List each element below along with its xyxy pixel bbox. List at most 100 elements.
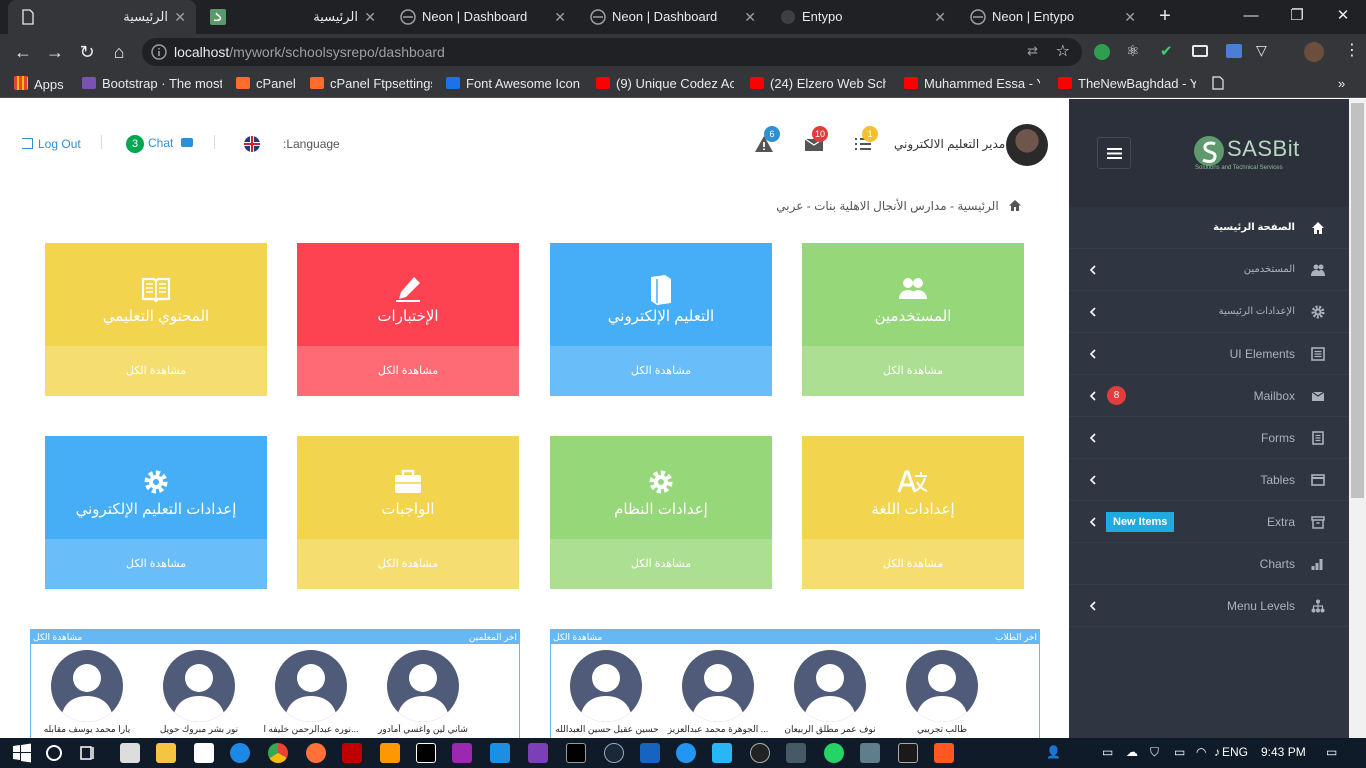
vue-extension-icon[interactable]: ▽ xyxy=(1256,42,1267,59)
bookmark-cpanel-ftp[interactable]: cPanel Ftpsettings xyxy=(310,76,432,92)
tile-educational-content[interactable]: المحتوي التعليمي مشاهدة الكل xyxy=(45,243,267,396)
menu-kebab-icon[interactable]: ⋮ xyxy=(1344,40,1360,60)
cmd-icon[interactable] xyxy=(566,743,586,763)
file-explorer-icon[interactable] xyxy=(156,743,176,763)
sidebar-item-extra[interactable]: New Items Extra xyxy=(1069,501,1349,543)
avatar[interactable] xyxy=(794,650,866,722)
wifi-icon[interactable]: ◠ xyxy=(1196,745,1206,759)
view-all-link[interactable]: مشاهدة الكل xyxy=(553,630,602,644)
mail-button[interactable]: 10 xyxy=(804,126,829,153)
tasks-button[interactable]: 1 xyxy=(854,126,878,153)
address-bar[interactable]: localhost/mywork/schoolsysrepo/dashboard… xyxy=(142,38,1082,66)
brand-name[interactable]: SASBit xyxy=(1227,136,1300,162)
person-name[interactable]: حسين عقيل حسين العبدالله xyxy=(551,724,663,735)
logout-link[interactable]: Log Out xyxy=(22,137,81,151)
bookmark-elzero[interactable]: (24) Elzero Web Scho xyxy=(750,76,886,92)
tile-view-all[interactable]: مشاهدة الكل xyxy=(550,346,772,396)
tile-e-learning-settings[interactable]: إعدادات التعليم الإلكتروني مشاهدة الكل xyxy=(45,436,267,589)
alerts-button[interactable]: 6 xyxy=(754,126,780,153)
camera-extension-icon[interactable] xyxy=(1192,45,1208,57)
firefox-icon[interactable] xyxy=(306,743,326,763)
user-name[interactable]: مدير التعليم الالكتروني xyxy=(894,137,1005,151)
tile-exams[interactable]: الإختبارات مشاهدة الكل xyxy=(297,243,519,396)
app-icon[interactable] xyxy=(750,743,770,763)
close-tab-icon[interactable]: ✕ xyxy=(934,0,946,34)
breadcrumb-text[interactable]: الرئيسية - مدارس الأنجال الاهلية بنات - … xyxy=(776,199,998,213)
bookmark-thenewbaghdad[interactable]: TheNewBaghdad - Yo xyxy=(1058,76,1196,92)
tab-neon-dashboard-1[interactable]: Neon | Dashboard ✕ xyxy=(388,0,576,34)
bookmark-cpanel[interactable]: cPanel xyxy=(236,76,296,92)
whatsapp-icon[interactable] xyxy=(824,743,844,763)
visual-studio-icon[interactable] xyxy=(528,743,548,763)
bookmark-unique-codez[interactable]: (9) Unique Codez Aca xyxy=(596,76,734,92)
tile-users[interactable]: المستخدمين مشاهدة الكل xyxy=(802,243,1024,396)
search-icon[interactable] xyxy=(44,743,64,763)
person-name[interactable]: طالب تجريبي xyxy=(886,724,998,735)
security-icon[interactable]: ⛉ xyxy=(1150,745,1159,760)
vscode-icon[interactable] xyxy=(490,743,510,763)
network-icon[interactable]: ▭ xyxy=(1102,745,1113,759)
sidebar-item-home[interactable]: الصفحة الرئيسية xyxy=(1069,207,1349,249)
filezilla-icon[interactable] xyxy=(342,743,362,763)
restore-button[interactable]: ❐ xyxy=(1274,0,1320,34)
store-icon[interactable] xyxy=(120,743,140,763)
uk-flag-icon[interactable] xyxy=(244,136,260,152)
home-icon[interactable]: ⌂ xyxy=(108,42,130,62)
language-label[interactable]: :Language xyxy=(283,137,340,151)
input-language[interactable]: ENG xyxy=(1222,745,1248,759)
avatar[interactable] xyxy=(275,650,347,722)
task-view-icon[interactable] xyxy=(78,743,98,763)
avatar[interactable] xyxy=(682,650,754,722)
chat-link[interactable]: 3 Chat xyxy=(126,135,193,153)
info-icon[interactable] xyxy=(151,44,167,60)
app-icon[interactable] xyxy=(860,743,880,763)
sidebar-item-forms[interactable]: Forms xyxy=(1069,417,1349,459)
scrollbar-thumb[interactable] xyxy=(1351,103,1364,498)
sidebar-item-charts[interactable]: Charts xyxy=(1069,543,1349,585)
people-icon[interactable]: 👤 xyxy=(1046,745,1061,759)
avatar[interactable] xyxy=(163,650,235,722)
bookmark-muhammed-essa[interactable]: Muhammed Essa - Yo xyxy=(904,76,1040,92)
chrome-icon[interactable] xyxy=(268,743,288,763)
profile-avatar[interactable] xyxy=(1304,42,1324,62)
clock[interactable]: 9:43 PM xyxy=(1261,745,1306,759)
screen-extension-icon[interactable] xyxy=(1226,44,1242,58)
bookmark-apps[interactable]: Apps xyxy=(14,76,74,93)
tile-view-all[interactable]: مشاهدة الكل xyxy=(297,539,519,589)
onedrive-icon[interactable]: ☁ xyxy=(1126,745,1138,759)
avatar[interactable] xyxy=(906,650,978,722)
sidebar-toggle-button[interactable] xyxy=(1097,137,1131,169)
minimize-button[interactable]: — xyxy=(1228,0,1274,34)
close-tab-icon[interactable]: ✕ xyxy=(1124,0,1136,34)
battery-icon[interactable]: ▭ xyxy=(1174,745,1185,759)
edge-icon[interactable] xyxy=(230,743,250,763)
close-tab-icon[interactable]: ✕ xyxy=(744,0,756,34)
tab-home-2[interactable]: الرئيسية ✕ xyxy=(198,0,386,34)
avatar[interactable] xyxy=(387,650,459,722)
app-icon[interactable] xyxy=(898,743,918,763)
avatar[interactable] xyxy=(570,650,642,722)
avatar[interactable] xyxy=(51,650,123,722)
close-tab-icon[interactable]: ✕ xyxy=(554,0,566,34)
tile-view-all[interactable]: مشاهدة الكل xyxy=(45,539,267,589)
tile-homework[interactable]: الواجبات مشاهدة الكل xyxy=(297,436,519,589)
sublime-icon[interactable] xyxy=(380,743,400,763)
page-scrollbar[interactable] xyxy=(1349,99,1366,738)
tab-neon-dashboard-2[interactable]: Neon | Dashboard ✕ xyxy=(578,0,766,34)
bookmark-font-awesome[interactable]: Font Awesome Icons xyxy=(446,76,580,92)
mail-app-icon[interactable] xyxy=(194,743,214,763)
person-name[interactable]: الجوهرة محمد عبدالعزيز ... xyxy=(662,724,774,735)
home-icon[interactable] xyxy=(1008,199,1022,212)
tab-entypo[interactable]: Entypo ✕ xyxy=(768,0,956,34)
app-icon[interactable] xyxy=(786,743,806,763)
sidebar-item-users[interactable]: المستخدمين xyxy=(1069,249,1349,291)
forward-icon[interactable]: → xyxy=(44,42,66,62)
sidebar-item-menu-levels[interactable]: Menu Levels xyxy=(1069,585,1349,627)
person-name[interactable]: نور بشر مبروك حويل xyxy=(143,724,255,735)
webstorm-icon[interactable] xyxy=(416,743,436,763)
person-name[interactable]: يارا محمد يوسف مقابله xyxy=(31,724,143,735)
react-devtools-icon[interactable]: ⚛ xyxy=(1126,42,1139,60)
document-icon[interactable] xyxy=(1212,76,1226,94)
sidebar-item-main-settings[interactable]: الإعدادات الرئيسية xyxy=(1069,291,1349,333)
bg-app-icon[interactable] xyxy=(640,743,660,763)
